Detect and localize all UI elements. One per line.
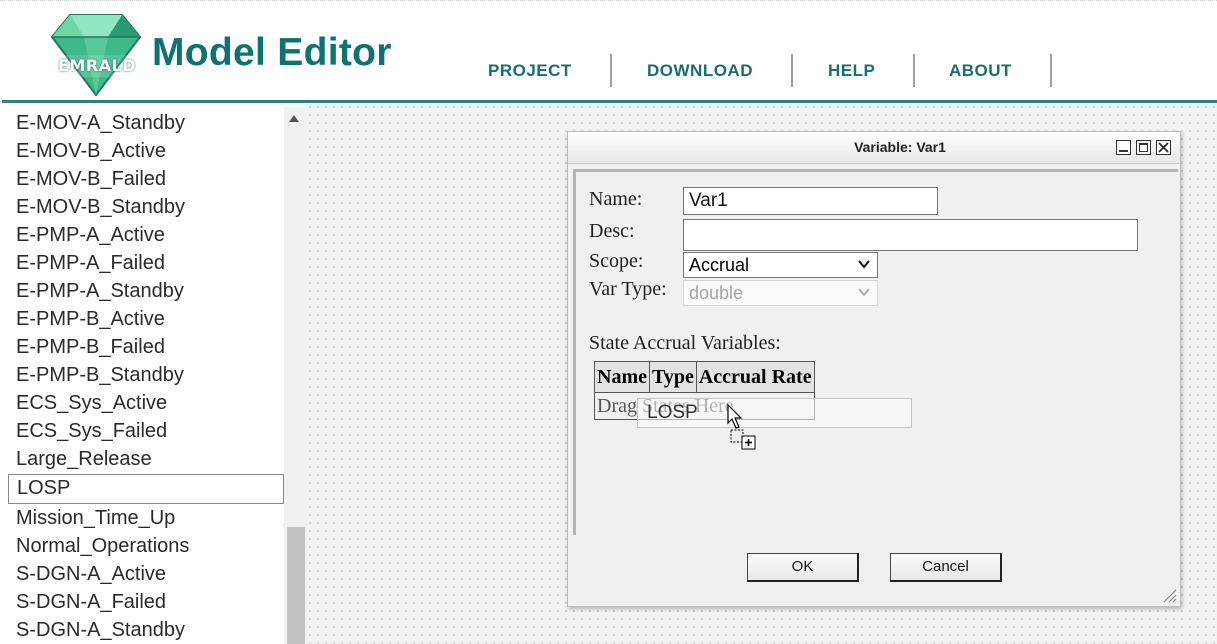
drag-ghost-item[interactable]: LOSP <box>637 398 912 428</box>
dialog-body: Name: Var1 Desc: Scope: Accrual Var Type… <box>573 169 1178 535</box>
state-list-item[interactable]: Large_Release <box>16 446 152 472</box>
nav-divider <box>791 54 793 87</box>
emrald-logo: EMRALD <box>48 13 144 97</box>
chevron-down-icon <box>858 260 870 269</box>
state-list-item[interactable]: E-PMP-B_Active <box>16 306 165 332</box>
column-header-name: Name <box>594 361 650 393</box>
dialog-titlebar[interactable]: Variable: Var1 <box>568 132 1180 164</box>
state-list-item[interactable]: S-DGN-A_Failed <box>16 589 166 615</box>
list-scrollbar[interactable] <box>284 107 306 644</box>
nav-help[interactable]: HELP <box>828 61 875 81</box>
state-list-item[interactable]: Normal_Operations <box>16 533 189 559</box>
state-list-item[interactable]: E-PMP-B_Standby <box>16 362 184 388</box>
app-title: Model Editor <box>152 31 392 74</box>
column-header-type: Type <box>648 361 697 393</box>
nav-divider <box>1050 54 1052 87</box>
maximize-icon[interactable] <box>1136 140 1151 155</box>
name-field[interactable]: Var1 <box>683 187 938 215</box>
vartype-label: Var Type: <box>589 278 667 300</box>
scope-label: Scope: <box>589 250 644 272</box>
scrollbar-thumb[interactable] <box>287 527 305 644</box>
vartype-select: double <box>683 280 878 306</box>
resize-grip-icon[interactable] <box>1161 587 1177 603</box>
state-list-item[interactable]: S-DGN-A_Standby <box>16 617 185 643</box>
variable-dialog: Variable: Var1 Name: Var1 Desc: Scope: A… <box>567 131 1181 607</box>
state-list-item[interactable]: E-PMP-B_Failed <box>16 334 165 360</box>
chevron-down-icon <box>858 288 870 297</box>
desc-label: Desc: <box>589 220 635 242</box>
state-list-item-selected[interactable]: LOSP <box>8 474 284 504</box>
logo-text: EMRALD <box>57 56 137 75</box>
state-list-item[interactable]: Mission_Time_Up <box>16 505 175 531</box>
state-list-item[interactable]: S-DGN-A_Active <box>16 561 166 587</box>
scope-select-value: Accrual <box>689 255 750 275</box>
nav-about[interactable]: ABOUT <box>949 61 1012 81</box>
nav-project[interactable]: PROJECT <box>488 61 572 81</box>
state-list-item[interactable]: E-PMP-A_Active <box>16 222 165 248</box>
table-header-row: Name Type Accrual Rate <box>594 361 815 393</box>
vartype-select-value: double <box>689 283 744 303</box>
nav-download[interactable]: DOWNLOAD <box>647 61 753 81</box>
column-header-accrual-rate: Accrual Rate <box>695 361 815 393</box>
nav-divider <box>913 54 915 87</box>
state-list-item[interactable]: E-MOV-B_Failed <box>16 166 166 192</box>
state-list-item[interactable]: E-MOV-B_Active <box>16 138 166 164</box>
scroll-up-arrow-icon[interactable] <box>289 115 299 122</box>
minimize-icon[interactable] <box>1116 140 1131 155</box>
state-list-item[interactable]: ECS_Sys_Active <box>16 390 167 416</box>
state-list-item[interactable]: ECS_Sys_Failed <box>16 418 167 444</box>
scope-select[interactable]: Accrual <box>683 252 878 278</box>
state-list-item[interactable]: E-PMP-A_Failed <box>16 250 165 276</box>
app-header: EMRALD Model Editor PROJECT DOWNLOAD HEL… <box>0 0 1217 101</box>
drag-copy-cursor-icon <box>727 403 756 450</box>
nav-divider <box>610 54 612 87</box>
ok-button[interactable]: OK <box>747 553 859 582</box>
accrual-heading: State Accrual Variables: <box>589 332 781 354</box>
state-list-item[interactable]: E-MOV-B_Standby <box>16 194 185 220</box>
desc-field[interactable] <box>683 219 1138 251</box>
state-list-item[interactable]: E-MOV-A_Standby <box>16 110 185 136</box>
cancel-button[interactable]: Cancel <box>890 553 1002 582</box>
state-list[interactable]: E-MOV-A_Standby E-MOV-B_Active E-MOV-B_F… <box>2 107 306 644</box>
state-list-item[interactable]: E-PMP-A_Standby <box>16 278 184 304</box>
name-label: Name: <box>589 188 643 210</box>
close-icon[interactable] <box>1156 140 1171 155</box>
